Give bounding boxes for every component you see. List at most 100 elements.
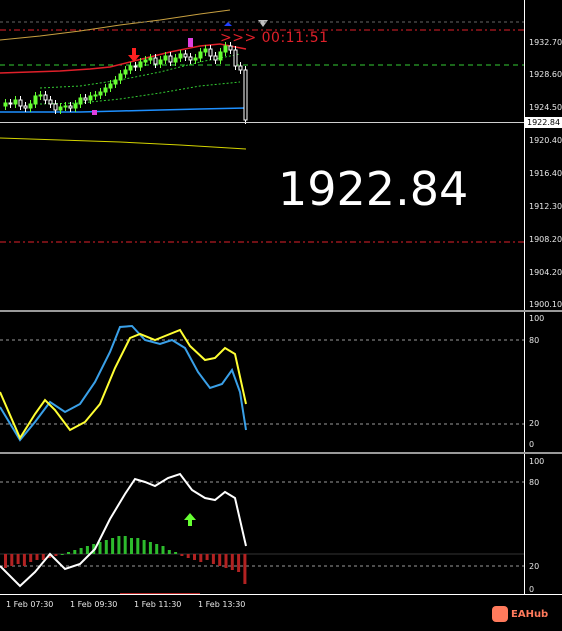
candle-body [233,49,238,67]
histogram-bar [230,554,234,570]
time-label: 1 Feb 13:30 [198,600,246,609]
candle-body [168,55,173,63]
big-price-display: 1922.84 [278,162,469,216]
candle-body [158,59,163,65]
histogram-bar [4,554,7,568]
histogram-bar [224,554,228,568]
candle-body [148,57,153,61]
candle-body [73,103,78,109]
histogram-bar [161,546,165,554]
eahub-logo-icon [492,606,508,622]
candle-body [68,105,73,109]
candle-body [178,53,183,59]
current-price-label: 1922.84 [525,117,562,128]
stochastic-canvas [0,324,524,442]
candle-body [8,102,13,105]
magenta-marker-low [92,110,97,115]
time-label: 1 Feb 07:30 [6,600,54,609]
stochastic-axis[interactable]: 100 80 20 0 [524,312,562,452]
candle-body [48,99,53,105]
price-chart-pane[interactable]: >>> 00:11:51 1922.84 [0,0,524,310]
magenta-marker-top [188,38,193,47]
histogram-bar [167,550,171,554]
histogram-bar [29,554,33,562]
candle-body [38,94,43,97]
candle-body [223,45,228,53]
histogram-axis[interactable]: 100 80 20 0 [524,454,562,594]
candle-body [53,103,58,111]
histogram-bar [22,554,26,566]
candle-body [83,97,88,101]
price-tick: 1916.40 [529,169,562,178]
red-moving-average [0,43,247,74]
price-tick: 1908.20 [529,235,562,244]
time-label: 1 Feb 09:30 [70,600,118,609]
histogram-bar [186,554,190,558]
price-axis[interactable]: 1932.70 1928.60 1924.50 1920.40 1916.40 … [524,0,562,310]
osc-tick: 80 [529,336,540,345]
candle-body [23,105,28,109]
histogram-bar [67,552,70,554]
candle-body [153,57,158,65]
candle-body [118,73,123,81]
yellow-line [0,137,247,150]
candle-body [128,65,133,71]
candle-body [163,55,168,61]
candle-body [238,65,243,71]
histogram-bar [218,554,222,566]
candle-body [208,48,213,57]
candle-body [98,91,103,96]
current-price-line [0,122,524,123]
candle-body [123,69,128,75]
histogram-bar [16,554,20,564]
osc-tick: 20 [529,419,540,428]
candle-body [218,51,223,61]
price-tick: 1904.20 [529,268,562,277]
candle-body [143,59,148,63]
watermark: EAHub [492,604,548,624]
histogram-bar [199,554,203,562]
candle-body [173,57,178,63]
histogram-bars [4,536,247,584]
histogram-bar [155,544,159,554]
histogram-bar [85,546,89,554]
histogram-bar [123,536,127,554]
histogram-bar [54,554,58,556]
oscillator-line [0,472,247,588]
histogram-oscillator-pane[interactable] [0,454,524,595]
time-label: 1 Feb 11:30 [134,600,182,609]
histogram-bar [35,554,39,560]
candle-body [213,55,218,61]
candle-body [203,48,208,53]
candle-body [183,53,188,58]
candle-body [193,57,198,61]
histogram-bar [60,554,64,555]
histogram-bar [237,554,241,572]
candle-body [243,69,248,121]
osc-tick: 100 [529,457,545,466]
stochastic-signal-line [0,328,247,441]
candle-body [133,65,138,68]
stochastic-pane[interactable] [0,312,524,452]
candle-body [78,97,83,105]
osc-tick: 100 [529,314,545,323]
price-tick: 1928.60 [529,70,562,79]
candle-body [113,79,118,85]
candle-body [58,106,63,111]
candle-body [3,102,8,107]
osc-tick: 0 [529,440,535,449]
histogram-bar [117,536,121,554]
candle-body [63,105,68,108]
blue-triangle-icon [224,22,232,26]
price-tick: 1900.10 [529,300,562,309]
histogram-bar [98,542,102,554]
histogram-bar [205,554,209,560]
histogram-bar [130,538,133,554]
histogram-bar [193,554,196,560]
price-chart-canvas [0,9,524,243]
candle-body [93,94,98,97]
candle-body [33,95,38,105]
price-tick: 1932.70 [529,38,562,47]
candle-body [138,61,143,68]
osc-tick: 0 [529,585,535,594]
